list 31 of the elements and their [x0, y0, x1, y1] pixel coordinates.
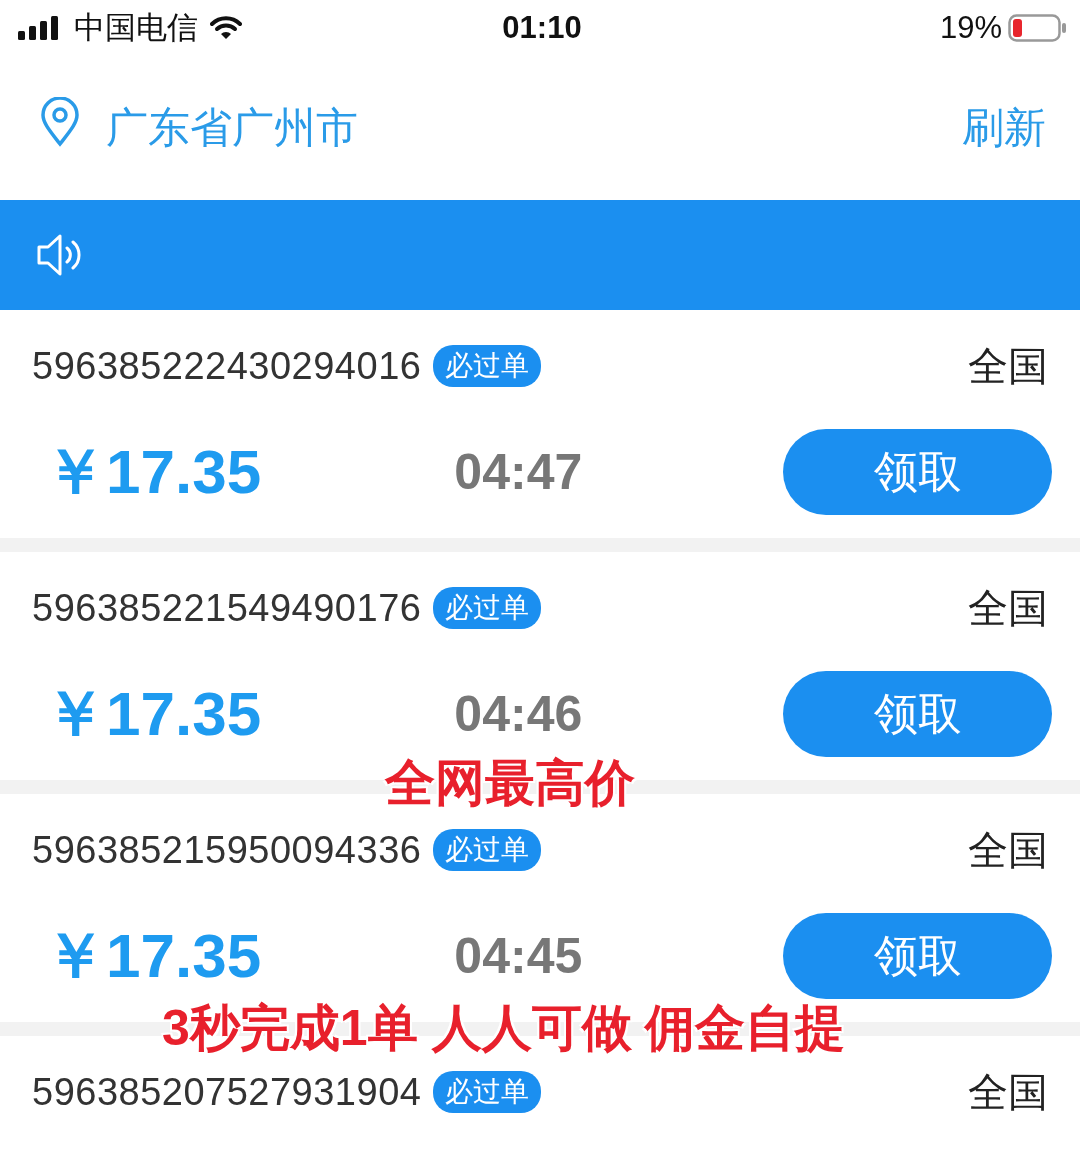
order-number: 596385222430294016 [32, 344, 422, 388]
region-label: 全国 [968, 584, 1048, 632]
order-price: ￥17.35 [43, 678, 263, 750]
claim-button[interactable]: 领取 [783, 671, 1052, 757]
claim-button[interactable]: 领取 [783, 429, 1052, 515]
clock-time: 01:10 [502, 9, 582, 46]
carrier-name: 中国电信 [74, 8, 198, 47]
order-number: 596385207527931904 [32, 1070, 422, 1114]
countdown-timer: 04:45 [454, 927, 584, 985]
wifi-icon [210, 15, 242, 40]
order-number: 596385215950094336 [32, 828, 422, 872]
promo-caption: 全网最高价 [385, 754, 635, 813]
countdown-timer: 04:47 [454, 443, 584, 501]
order-tag: 必过单 [433, 587, 542, 629]
claim-button[interactable]: 领取 [783, 913, 1052, 999]
location-text[interactable]: 广东省广州市 [106, 99, 358, 156]
refresh-button[interactable]: 刷新 [962, 99, 1046, 156]
order-number: 596385221549490176 [32, 586, 422, 630]
order-tag: 必过单 [433, 829, 542, 871]
order-price: ￥17.35 [43, 436, 263, 508]
region-label: 全国 [968, 826, 1048, 874]
battery-percent: 19% [939, 9, 1002, 46]
location-pin-icon [40, 96, 80, 147]
region-label: 全国 [968, 342, 1048, 390]
order-tag: 必过单 [433, 1071, 542, 1113]
region-label: 全国 [968, 1068, 1048, 1116]
promo-caption: 3秒完成1单 人人可做 佣金自提 [162, 999, 846, 1058]
countdown-timer: 04:46 [454, 685, 584, 743]
order-tag: 必过单 [433, 345, 542, 387]
order-price: ￥17.35 [43, 920, 263, 992]
battery-icon [1008, 13, 1066, 42]
